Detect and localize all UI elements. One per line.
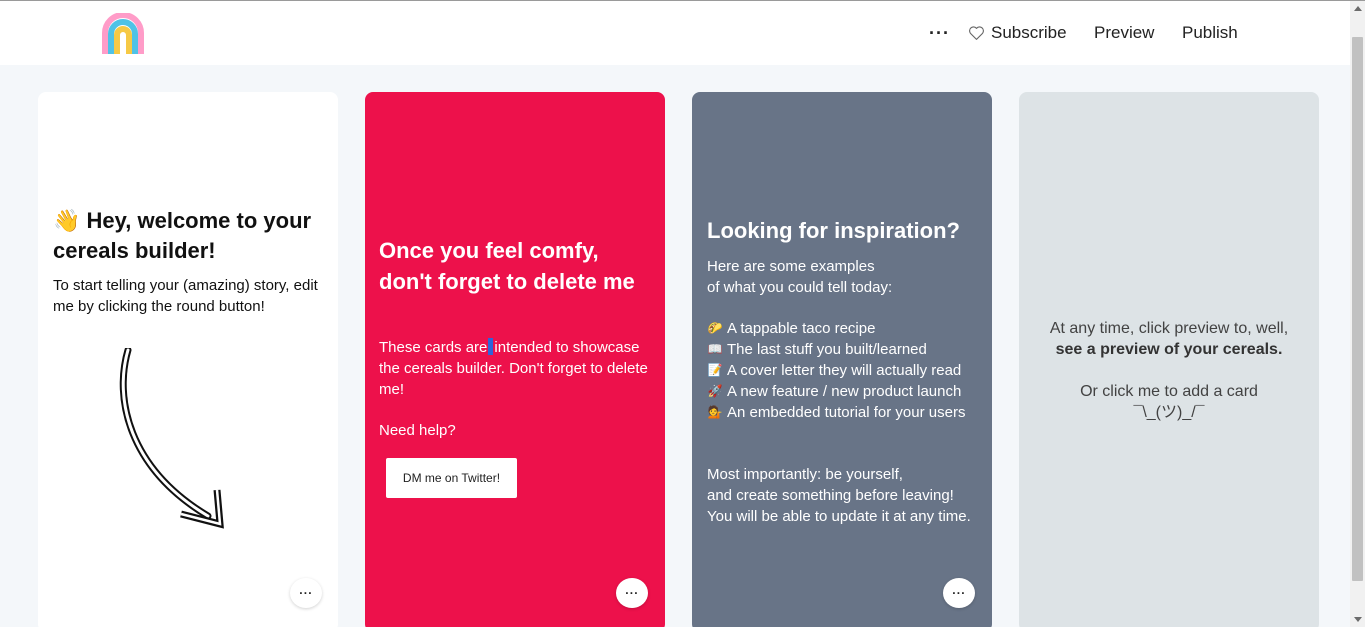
card-body[interactable]: These cards are intended to showcase the … (379, 337, 651, 400)
card-menu-button[interactable]: ··· (943, 578, 975, 608)
list-item: 📝 A cover letter they will actually read (707, 362, 962, 379)
memo-icon: 📝 (707, 363, 723, 377)
card-title: 👋 Hey, welcome to your cereals builder! (53, 208, 312, 263)
list-item: 💁 An embedded tutorial for your users (707, 404, 966, 421)
card-intro: Here are some examples of what you could… (707, 258, 893, 296)
card-outro: Most importantly: be yourself, and creat… (707, 466, 971, 525)
examples-list: 🌮 A tappable taco recipe 📖 The last stuff … (707, 318, 987, 423)
preview-button[interactable]: Preview (1094, 23, 1154, 43)
waving-hand-icon: 👋 (53, 208, 81, 233)
help-text: Need help? (379, 422, 456, 439)
card-welcome[interactable]: 👋 Hey, welcome to your cereals builder! … (38, 92, 338, 627)
publish-button[interactable]: Publish (1182, 23, 1238, 43)
scroll-up-arrow-icon[interactable] (1354, 6, 1362, 11)
add-card-placeholder[interactable]: At any time, click preview to, well, see… (1019, 92, 1319, 627)
scrollbar-thumb[interactable] (1352, 37, 1363, 581)
taco-icon: 🌮 (707, 321, 723, 335)
shrug-text: ¯\_(ツ)_/¯ (1133, 404, 1205, 421)
rainbow-icon[interactable] (102, 13, 144, 55)
book-icon: 📖 (707, 342, 723, 356)
more-options-icon[interactable]: ··· (929, 21, 950, 45)
list-item: 📖 The last stuff you built/learned (707, 341, 927, 358)
top-navbar: ··· Subscribe Preview Publish (0, 1, 1350, 65)
card-title: Looking for inspiration? (707, 218, 960, 243)
rocket-icon: 🚀 (707, 384, 723, 398)
add-card-text: At any time, click preview to, well, see… (1019, 318, 1319, 423)
list-item: 🌮 A tappable taco recipe (707, 320, 876, 337)
card-delete-me[interactable]: Once you feel comfy, don't forget to del… (365, 92, 665, 627)
card-title: Once you feel comfy, don't forget to del… (379, 238, 635, 294)
list-item: 🚀 A new feature / new product launch (707, 383, 962, 400)
person-tipping-hand-icon: 💁 (707, 405, 723, 419)
heart-outline-icon (969, 26, 984, 40)
scroll-down-arrow-icon[interactable] (1354, 617, 1362, 622)
dm-twitter-button[interactable]: DM me on Twitter! (386, 458, 517, 498)
text-cursor (488, 338, 494, 355)
vertical-scrollbar[interactable] (1350, 1, 1365, 627)
card-menu-button[interactable]: ··· (290, 578, 322, 608)
subscribe-button[interactable]: Subscribe (968, 23, 1067, 43)
subscribe-label: Subscribe (991, 23, 1067, 42)
card-body: To start telling your (amazing) story, e… (53, 277, 318, 315)
curved-arrow-icon (119, 348, 224, 529)
card-inspiration[interactable]: Looking for inspiration? Here are some e… (692, 92, 992, 627)
card-menu-button[interactable]: ··· (616, 578, 648, 608)
